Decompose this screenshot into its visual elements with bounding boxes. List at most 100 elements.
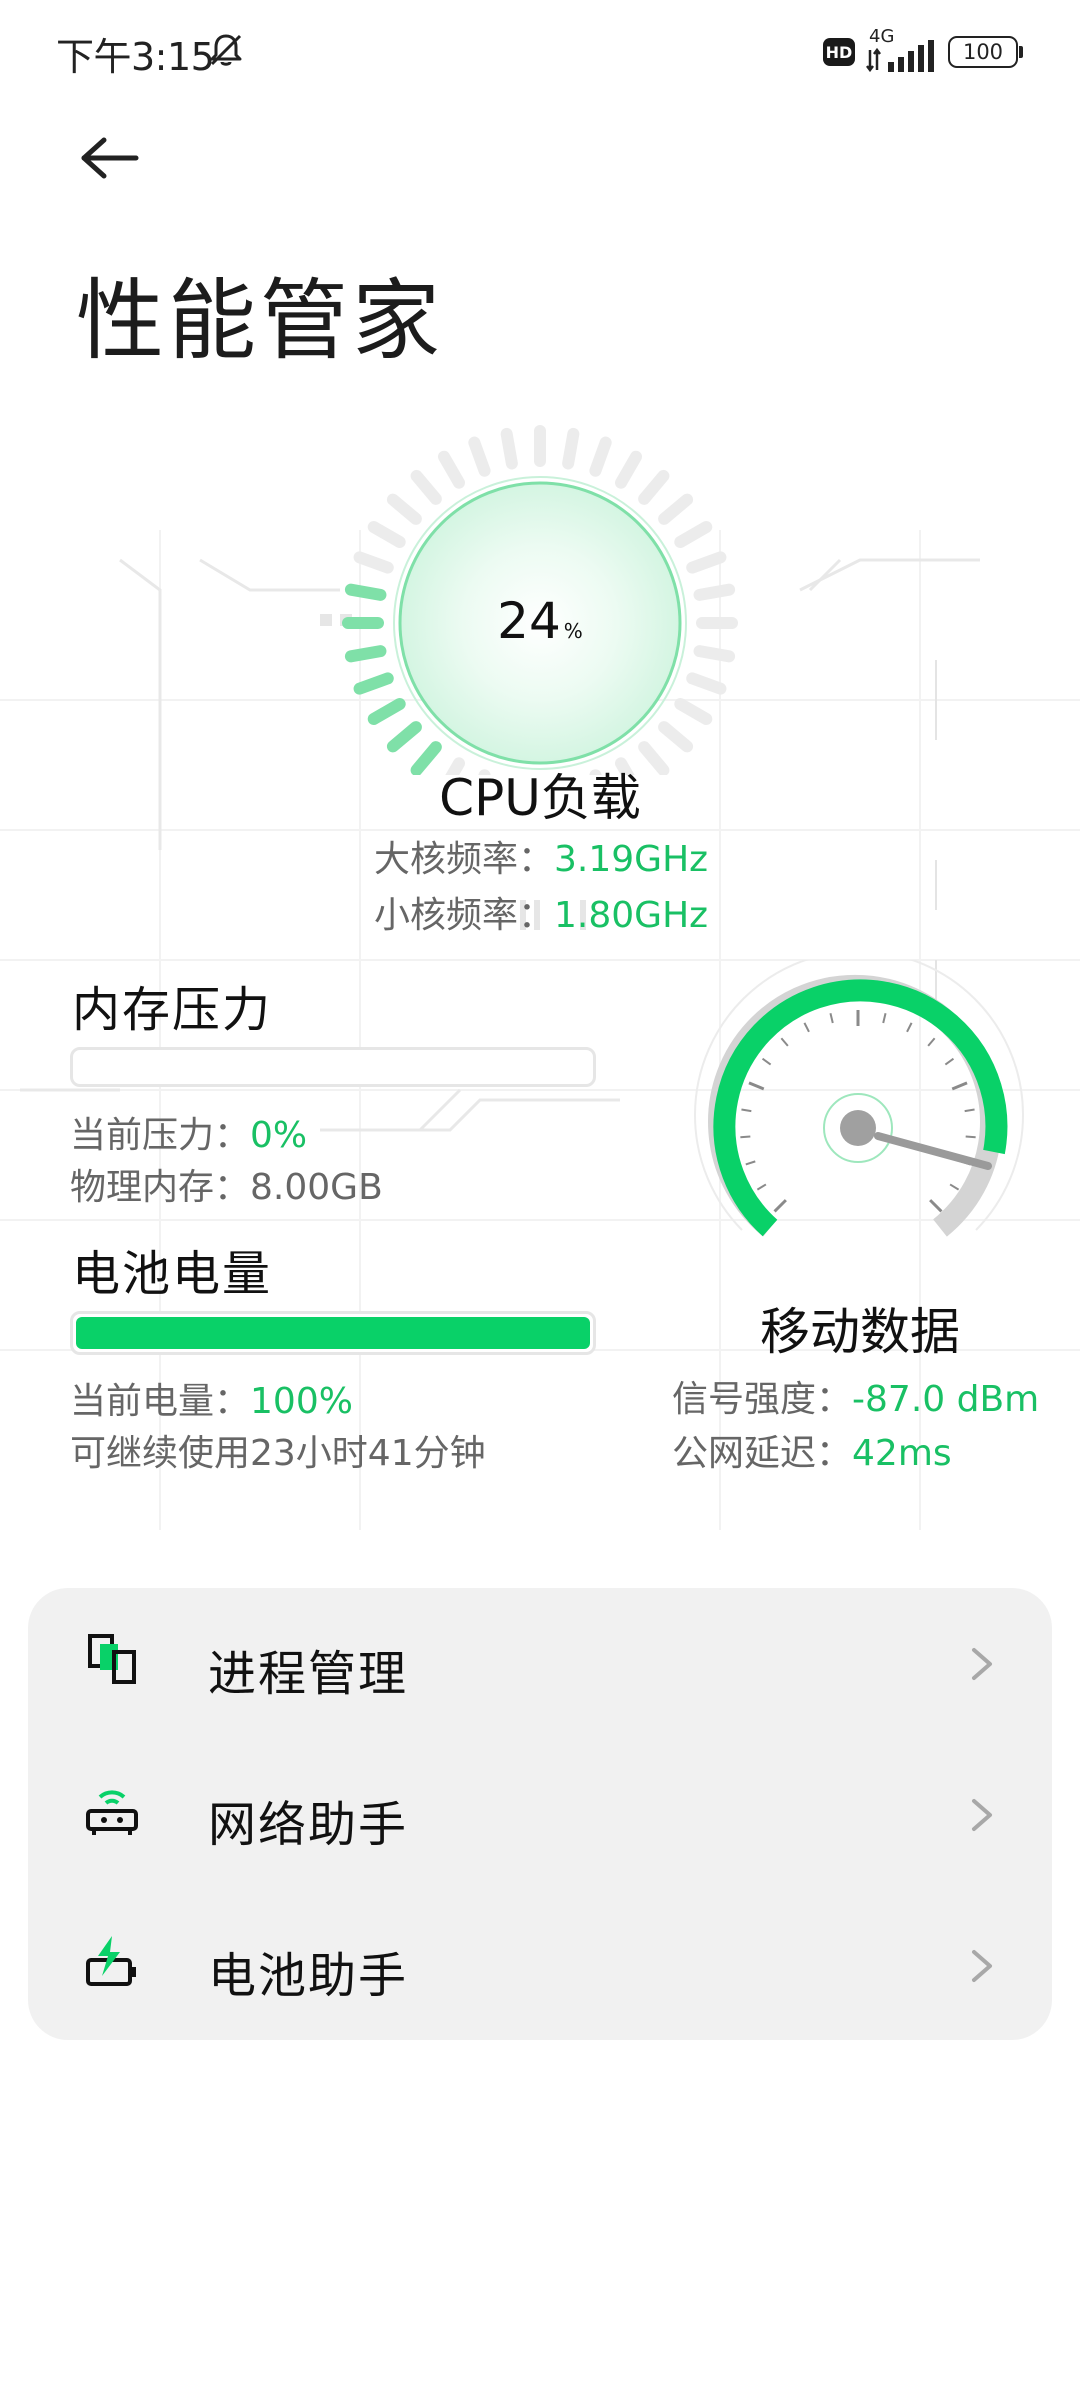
cpu-tick (468, 436, 491, 477)
battery-level-label: 当前电量： (70, 1381, 251, 1422)
tools-menu-card: 进程管理 网络助手 电池助手 (28, 1588, 1052, 2040)
cpu-tick (693, 645, 736, 663)
cpu-tick (686, 551, 727, 574)
small-core-frequency: 小核频率：1.80GHz (374, 886, 708, 938)
cpu-load-value: 24% (440, 592, 640, 650)
battery-current-level: 当前电量：100% (70, 1372, 353, 1424)
cpu-tick (562, 427, 580, 470)
small-core-value: 1.80GHz (554, 895, 709, 936)
memory-current-pressure: 当前压力：0% (70, 1106, 307, 1158)
speed-tick (741, 1108, 752, 1113)
cpu-tick (658, 721, 694, 753)
cpu-tick-active (386, 721, 422, 753)
physical-memory-label: 物理内存： (70, 1167, 251, 1208)
speed-tick (882, 1013, 887, 1024)
speed-tick (756, 1183, 767, 1191)
physical-memory-value: 8.00GB (250, 1167, 383, 1208)
cpu-tick-active (353, 672, 394, 695)
speed-tick (745, 1160, 756, 1166)
speed-tick (906, 1022, 913, 1033)
speed-tick (951, 1081, 968, 1091)
physical-memory: 物理内存：8.00GB (70, 1158, 383, 1210)
cpu-tick (674, 698, 713, 725)
cpu-tick-active (344, 583, 387, 601)
speed-tick (829, 1013, 834, 1024)
cpu-load-unit: % (563, 619, 583, 643)
public-latency: 公网延迟：42ms (672, 1424, 952, 1476)
mobile-data-gauge (694, 960, 1024, 1237)
cpu-tick (674, 521, 713, 548)
cpu-tick (386, 493, 422, 525)
signal-strength-value: -87.0 dBm (852, 1379, 1040, 1420)
cpu-load-title: CPU负载 (439, 769, 641, 827)
menu-item-battery-assistant[interactable]: 电池助手 (28, 1890, 1052, 2040)
cell-signal-icon (866, 40, 934, 72)
back-arrow-icon[interactable] (72, 128, 142, 188)
memory-pressure-label: 当前压力： (70, 1115, 251, 1156)
speed-tick (773, 1199, 787, 1213)
big-core-label: 大核频率： (374, 839, 555, 880)
speed-tick (927, 1037, 936, 1047)
router-icon (86, 1790, 138, 1835)
signal-strength: 信号强度：-87.0 dBm (672, 1370, 1039, 1422)
page-title: 性能管家 (76, 269, 445, 372)
battery-remaining-time: 可继续使用23小时41分钟 (70, 1433, 486, 1474)
cpu-tick (658, 493, 694, 525)
speed-tick (964, 1108, 975, 1113)
chevron-right-icon (972, 1799, 992, 1831)
cpu-tick (353, 551, 394, 574)
signal-strength-label: 信号强度： (672, 1379, 853, 1420)
cpu-tick-active (367, 698, 406, 725)
speed-tick (965, 1135, 976, 1139)
memory-pressure-bar (70, 1047, 596, 1087)
cpu-tick (438, 450, 465, 489)
speed-tick (780, 1037, 789, 1047)
cpu-tick-active (344, 645, 387, 663)
status-bar: 下午3:15 HD 4G 100 (0, 0, 1080, 100)
speed-tick (761, 1057, 772, 1066)
chevron-right-icon (972, 1950, 992, 1982)
big-core-value: 3.19GHz (554, 839, 709, 880)
speed-tick (748, 1081, 765, 1091)
public-latency-value: 42ms (852, 1433, 952, 1474)
battery-level-bar (70, 1311, 596, 1355)
cpu-tick (589, 436, 612, 477)
cpu-tick (686, 672, 727, 695)
speed-tick (949, 1183, 960, 1191)
battery-indicator: 100 (948, 36, 1018, 68)
battery-level-value: 100% (250, 1381, 353, 1422)
cpu-load-number: 24 (497, 592, 561, 650)
cpu-tick (410, 469, 442, 505)
memory-pressure-value: 0% (250, 1115, 308, 1156)
speed-tick (803, 1022, 810, 1033)
battery-level-title: 电池电量 (72, 1246, 273, 1302)
network-assistant-label: 网络助手 (208, 1797, 409, 1853)
status-time: 下午3:15 (56, 35, 215, 79)
process-icon (88, 1634, 136, 1684)
cpu-tick (693, 583, 736, 601)
speed-tick (929, 1199, 943, 1213)
cpu-tick (500, 427, 518, 470)
menu-item-process-management[interactable]: 进程管理 (28, 1588, 1052, 1738)
battery-level-text: 100 (962, 40, 1004, 64)
menu-item-network-assistant[interactable]: 网络助手 (28, 1739, 1052, 1889)
cpu-tick (638, 469, 670, 505)
public-latency-label: 公网延迟： (672, 1433, 853, 1474)
mobile-data-title: 移动数据 (760, 1303, 960, 1361)
battery-cap (1019, 46, 1023, 58)
hd-badge: HD (823, 38, 855, 66)
big-core-frequency: 大核频率：3.19GHz (374, 830, 708, 882)
battery-charge-icon (86, 1936, 136, 1986)
performance-manager-screen: 下午3:15 HD 4G 100 性能管家 24 % CPU负载 大核频率：3.… (0, 0, 1080, 2400)
cpu-tick (615, 450, 642, 489)
chevron-right-icon (972, 1648, 992, 1680)
battery-level-fill (76, 1317, 590, 1349)
memory-pressure-title: 内存压力 (72, 982, 273, 1038)
process-management-label: 进程管理 (208, 1646, 409, 1702)
speed-tick (740, 1135, 751, 1139)
bell-off-icon (210, 34, 242, 66)
battery-assistant-label: 电池助手 (208, 1948, 409, 2004)
small-core-label: 小核频率： (374, 895, 555, 936)
cpu-tick (367, 521, 406, 548)
speed-tick (944, 1057, 955, 1066)
